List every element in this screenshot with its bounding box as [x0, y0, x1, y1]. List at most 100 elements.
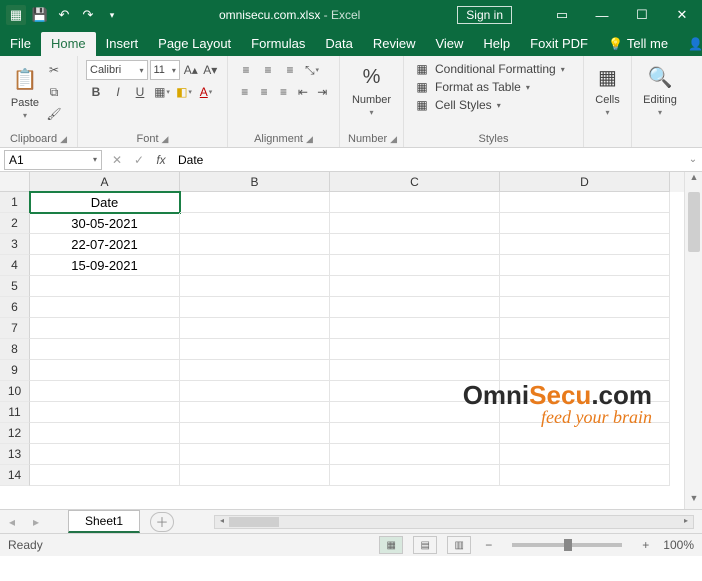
tab-formulas[interactable]: Formulas	[241, 32, 315, 56]
cell[interactable]	[30, 444, 180, 465]
cell-a4[interactable]: 15-09-2021	[30, 255, 180, 276]
cell[interactable]	[30, 276, 180, 297]
row-header[interactable]: 12	[0, 423, 30, 444]
tab-page-layout[interactable]: Page Layout	[148, 32, 241, 56]
cell[interactable]	[330, 213, 500, 234]
row-header[interactable]: 5	[0, 276, 30, 297]
dialog-launcher-icon[interactable]: ◢	[162, 134, 169, 144]
cell[interactable]	[330, 381, 500, 402]
cell[interactable]	[330, 402, 500, 423]
cell[interactable]	[180, 339, 330, 360]
row-header[interactable]: 7	[0, 318, 30, 339]
cell[interactable]	[30, 360, 180, 381]
cell[interactable]	[30, 297, 180, 318]
cell[interactable]	[330, 465, 500, 486]
maximize-icon[interactable]: ☐	[622, 0, 662, 30]
cell[interactable]	[330, 339, 500, 360]
cell[interactable]	[180, 213, 330, 234]
cell[interactable]	[180, 423, 330, 444]
row-header[interactable]: 10	[0, 381, 30, 402]
scroll-thumb[interactable]	[688, 192, 700, 252]
cell[interactable]	[500, 234, 670, 255]
bold-icon[interactable]: B	[86, 82, 106, 102]
scroll-down-icon[interactable]: ▼	[685, 493, 702, 509]
page-layout-view-icon[interactable]: ▤	[413, 536, 437, 554]
cell[interactable]	[180, 255, 330, 276]
increase-font-icon[interactable]: A▴	[182, 60, 200, 80]
qat-customize-icon[interactable]: ▾	[102, 5, 122, 25]
cell-a2[interactable]: 30-05-2021	[30, 213, 180, 234]
paste-button[interactable]: 📋 Paste ▾	[8, 63, 42, 122]
app-icon[interactable]: ▦	[6, 5, 26, 25]
fill-color-icon[interactable]: ◧	[174, 82, 194, 102]
tab-view[interactable]: View	[425, 32, 473, 56]
cell[interactable]	[330, 423, 500, 444]
name-box[interactable]: A1▾	[4, 150, 102, 170]
decrease-font-icon[interactable]: A▾	[201, 60, 219, 80]
cell[interactable]	[30, 339, 180, 360]
row-header[interactable]: 6	[0, 297, 30, 318]
cell[interactable]	[500, 423, 670, 444]
cell[interactable]	[330, 276, 500, 297]
cut-icon[interactable]: ✂	[44, 60, 64, 80]
cell[interactable]	[180, 402, 330, 423]
font-color-icon[interactable]: A	[196, 82, 216, 102]
cell[interactable]	[180, 276, 330, 297]
row-header[interactable]: 13	[0, 444, 30, 465]
font-size-select[interactable]: 11▾	[150, 60, 180, 80]
share-button[interactable]: 👤Share	[678, 32, 702, 56]
cell-a1[interactable]: Date	[30, 192, 180, 213]
zoom-level[interactable]: 100%	[663, 538, 694, 552]
col-header-b[interactable]: B	[180, 172, 330, 192]
cell[interactable]	[30, 318, 180, 339]
formula-input[interactable]	[172, 150, 684, 170]
cell-styles-button[interactable]: ▦Cell Styles▾	[412, 96, 575, 114]
add-sheet-button[interactable]: ＋	[150, 512, 174, 532]
col-header-c[interactable]: C	[330, 172, 500, 192]
vertical-scrollbar[interactable]: ▲ ▼	[684, 172, 702, 509]
zoom-knob[interactable]	[564, 539, 572, 551]
horizontal-scrollbar[interactable]: ◂ ▸	[214, 515, 694, 529]
sheet-tab[interactable]: Sheet1	[68, 510, 140, 533]
zoom-out-button[interactable]: −	[481, 538, 496, 552]
cell[interactable]	[500, 276, 670, 297]
cell[interactable]	[330, 318, 500, 339]
cell[interactable]	[330, 297, 500, 318]
row-header[interactable]: 3	[0, 234, 30, 255]
dialog-launcher-icon[interactable]: ◢	[306, 134, 313, 144]
cell[interactable]	[30, 402, 180, 423]
dialog-launcher-icon[interactable]: ◢	[390, 134, 397, 144]
page-break-view-icon[interactable]: ▥	[447, 536, 471, 554]
cancel-formula-icon[interactable]: ✕	[106, 153, 128, 167]
select-all-corner[interactable]	[0, 172, 30, 192]
row-header[interactable]: 1	[0, 192, 30, 213]
cell[interactable]	[500, 339, 670, 360]
cell[interactable]	[180, 465, 330, 486]
borders-icon[interactable]: ▦	[152, 82, 172, 102]
align-top-icon[interactable]: ≡	[236, 60, 256, 80]
cell[interactable]	[180, 444, 330, 465]
ribbon-options-icon[interactable]: ▭	[542, 0, 582, 30]
tab-data[interactable]: Data	[315, 32, 362, 56]
undo-icon[interactable]: ↶	[54, 5, 74, 25]
dialog-launcher-icon[interactable]: ◢	[60, 134, 67, 144]
align-right-icon[interactable]: ≡	[275, 82, 292, 102]
fx-icon[interactable]: fx	[150, 153, 172, 167]
cell[interactable]	[500, 297, 670, 318]
number-format-button[interactable]: % Number ▾	[348, 60, 395, 119]
zoom-slider[interactable]	[512, 543, 622, 547]
row-header[interactable]: 9	[0, 360, 30, 381]
row-header[interactable]: 2	[0, 213, 30, 234]
save-icon[interactable]: 💾	[30, 5, 50, 25]
cell[interactable]	[500, 213, 670, 234]
cell[interactable]	[330, 360, 500, 381]
align-middle-icon[interactable]: ≡	[258, 60, 278, 80]
copy-icon[interactable]: ⧉	[44, 82, 64, 102]
enter-formula-icon[interactable]: ✓	[128, 153, 150, 167]
cell[interactable]	[30, 381, 180, 402]
tell-me[interactable]: 💡Tell me	[598, 32, 678, 56]
cell[interactable]	[500, 318, 670, 339]
cell[interactable]	[180, 381, 330, 402]
cell[interactable]	[330, 255, 500, 276]
scroll-thumb[interactable]	[229, 517, 279, 527]
